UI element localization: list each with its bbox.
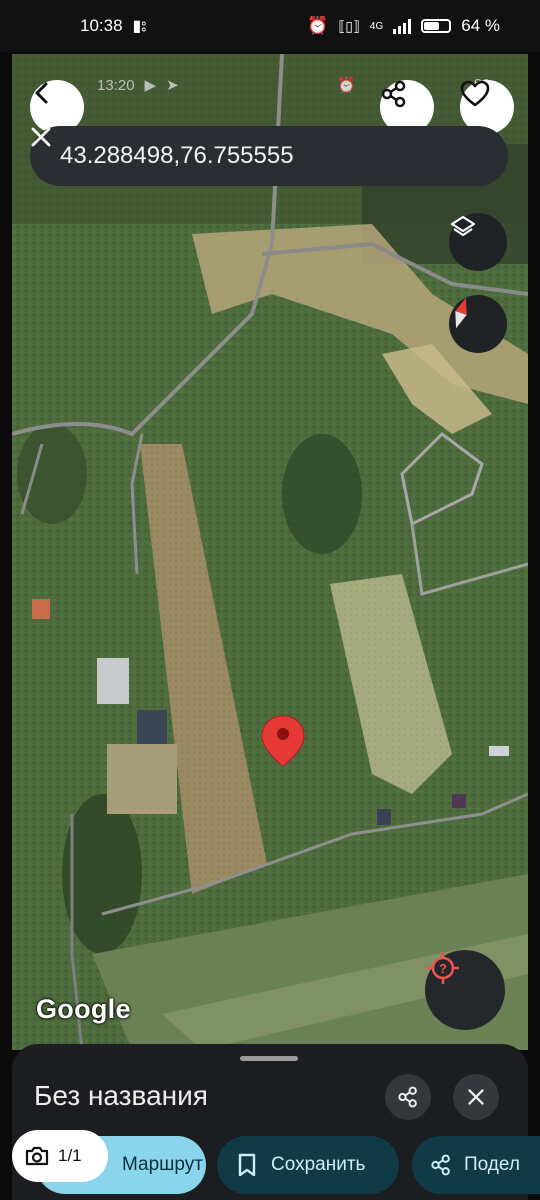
sheet-share-button[interactable] bbox=[385, 1074, 431, 1120]
battery-percent: 64 % bbox=[461, 16, 500, 35]
coordinates-search-bar[interactable]: 43.288498,76.755555 bbox=[30, 126, 508, 186]
sheet-drag-handle[interactable] bbox=[240, 1056, 298, 1061]
location-target-icon: ? bbox=[427, 952, 459, 984]
alarm-icon: ⏰ bbox=[307, 16, 329, 35]
save-label: Сохранить bbox=[271, 1154, 366, 1175]
telegram-icon: ➤ bbox=[166, 77, 179, 94]
inner-status-bar: 13:20 ▶ ➤ bbox=[97, 76, 179, 95]
route-label: Маршрут bbox=[122, 1154, 203, 1175]
youtube-icon: ▶ bbox=[144, 77, 157, 94]
status-bar: 10:38 ▮⦂ ⏰ ⟦▯⟧ 4G 64 % bbox=[0, 0, 540, 52]
svg-text:?: ? bbox=[439, 961, 447, 976]
back-arrow-icon bbox=[35, 82, 48, 104]
satellite-map[interactable]: 13:20 ▶ ➤ ⏰ 80 43.288498,76.755555 bbox=[12, 54, 528, 1050]
sheet-close-button[interactable] bbox=[453, 1074, 499, 1120]
signal-icon bbox=[393, 18, 412, 34]
camera-icon bbox=[25, 1146, 49, 1166]
inner-status-time: 13:20 bbox=[97, 76, 135, 94]
my-location-button[interactable]: ? bbox=[425, 950, 505, 1030]
close-icon bbox=[468, 1089, 484, 1105]
photo-counter: 1/1 bbox=[58, 1146, 82, 1165]
vibrate-icon: ▮⦂ bbox=[132, 18, 147, 35]
bookmark-icon bbox=[238, 1153, 256, 1177]
inner-alarm-icon: ⏰ bbox=[337, 77, 356, 94]
battery-icon bbox=[421, 19, 452, 33]
share-action-button[interactable]: Подел bbox=[412, 1136, 540, 1194]
share-icon bbox=[381, 80, 406, 108]
status-time: 10:38 bbox=[80, 16, 123, 35]
share-label: Подел bbox=[464, 1154, 520, 1175]
satellite-imagery bbox=[12, 54, 528, 1050]
google-attribution: Google bbox=[36, 994, 131, 1024]
network-label: 4G bbox=[369, 20, 384, 32]
coordinates-text[interactable]: 43.288498,76.755555 bbox=[60, 142, 294, 170]
photo-counter-chip[interactable]: 1/1 bbox=[12, 1130, 108, 1182]
place-title: Без названия bbox=[34, 1080, 208, 1111]
close-icon[interactable] bbox=[30, 126, 52, 148]
share-icon bbox=[431, 1154, 450, 1176]
share-icon bbox=[398, 1086, 417, 1108]
save-button[interactable]: Сохранить bbox=[217, 1136, 399, 1194]
compass-button[interactable] bbox=[449, 295, 507, 353]
layers-button[interactable] bbox=[449, 213, 507, 271]
heart-icon bbox=[460, 80, 490, 107]
layers-icon bbox=[450, 215, 476, 237]
vibrate-mode-icon: ⟦▯⟧ bbox=[338, 17, 360, 34]
